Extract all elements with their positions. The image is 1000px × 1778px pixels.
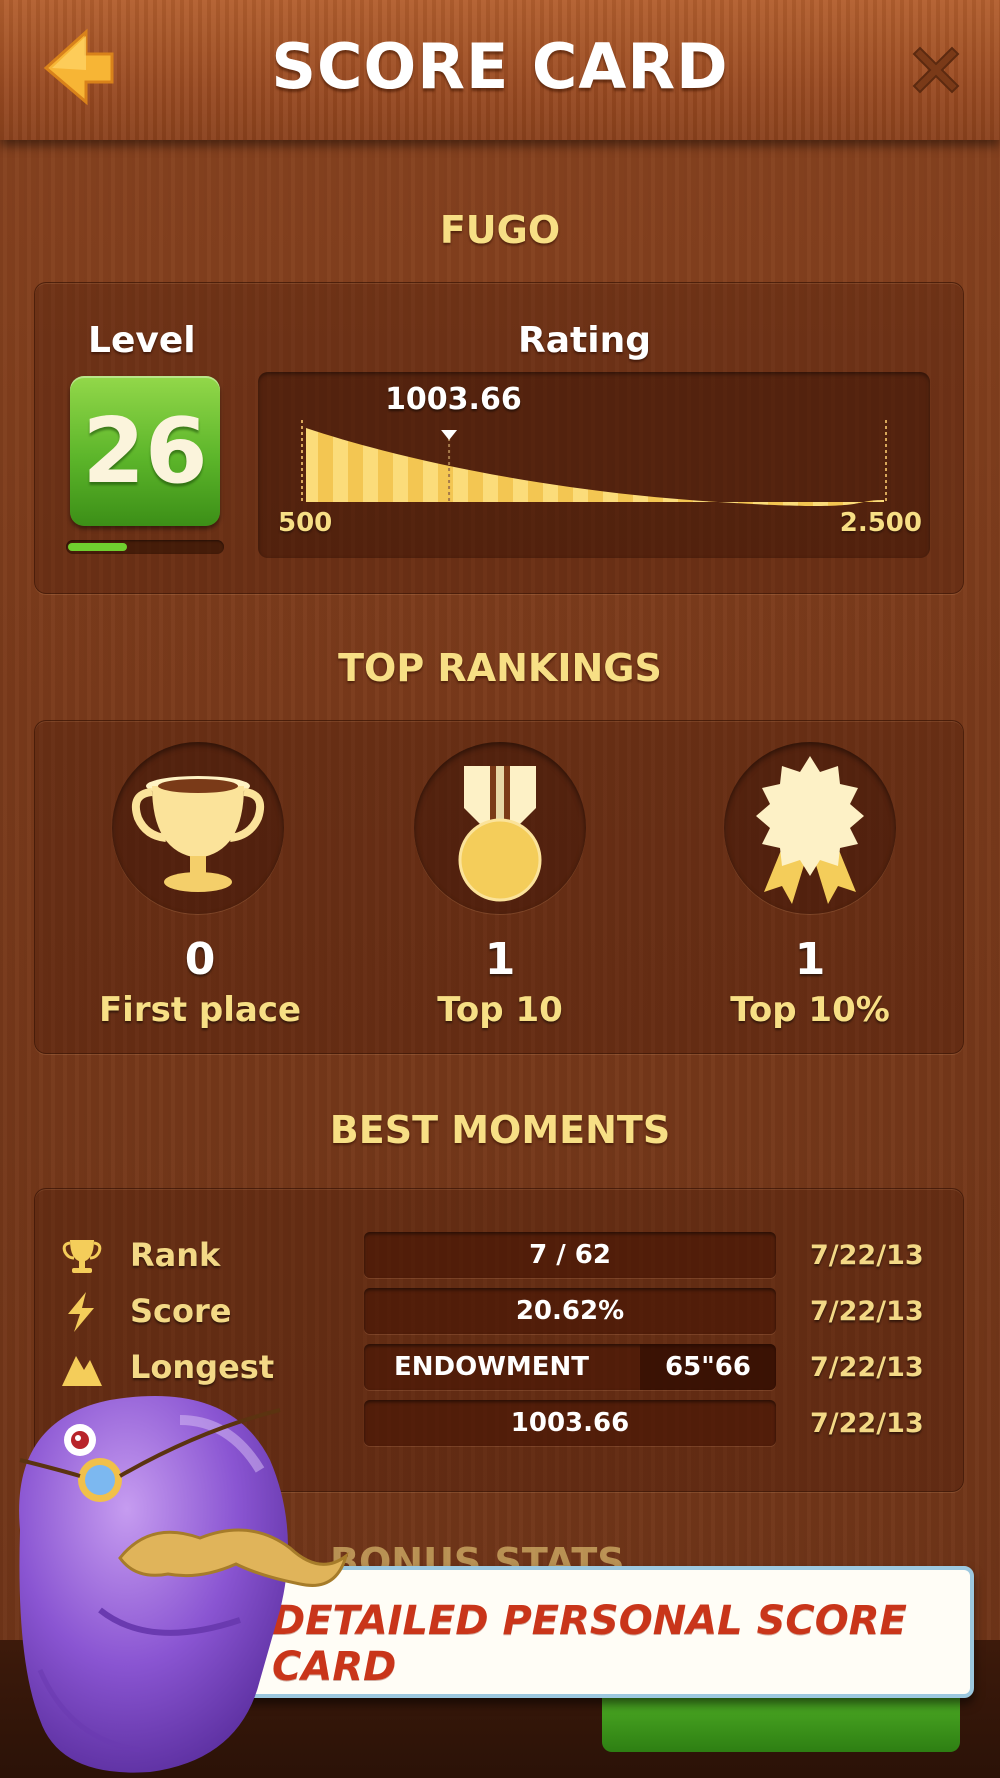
rating-graph: 1003.66 500 2.500	[258, 372, 930, 558]
level-label: Level	[88, 320, 196, 361]
top10-percent-badge	[724, 742, 896, 914]
first-place-count: 0	[184, 934, 216, 985]
close-icon[interactable]	[906, 40, 966, 100]
top-rankings-title: TOP RANKINGS	[338, 646, 662, 690]
moment-rating-value: 1003.66	[364, 1400, 776, 1446]
medal-icon	[458, 766, 542, 902]
moment-longest-time: 65"66	[640, 1344, 776, 1390]
moment-score-value: 20.62%	[364, 1288, 776, 1334]
trophy-icon	[131, 776, 265, 892]
trophy-icon	[62, 1240, 102, 1273]
level-progress-bar	[66, 540, 224, 554]
moment-rank-label: Rank	[130, 1236, 221, 1274]
top10-count: 1	[484, 934, 516, 985]
moment-longest-date: 7/22/13	[810, 1352, 924, 1383]
top-bar: SCORE CARD	[0, 0, 1000, 140]
level-badge: 26	[70, 376, 220, 526]
best-moments-title: BEST MOMENTS	[329, 1108, 671, 1152]
top10-badge	[414, 742, 586, 914]
moment-longest-bar: ENDOWMENT 65"66	[364, 1344, 776, 1390]
rating-marker-icon	[441, 430, 458, 440]
mascot-character	[19, 1396, 349, 1773]
promo-banner-text: DETAILED PERSONAL SCORE CARD	[272, 1598, 907, 1690]
rating-curve	[301, 420, 887, 506]
rating-value: 1003.66	[385, 382, 522, 417]
level-progress-fill	[68, 543, 127, 551]
top10-percent-count: 1	[794, 934, 826, 985]
first-place-badge	[112, 742, 284, 914]
first-place-label: First place	[98, 990, 302, 1030]
rating-max-label: 2.500	[839, 508, 922, 538]
moment-rank-date: 7/22/13	[810, 1240, 924, 1271]
moment-rank-value: 7 / 62	[364, 1232, 776, 1278]
moment-score-date: 7/22/13	[810, 1296, 924, 1327]
lightning-icon	[68, 1292, 94, 1332]
top10-percent-label: Top 10%	[730, 990, 890, 1030]
moment-rating-date: 7/22/13	[810, 1408, 924, 1439]
moment-score-label: Score	[130, 1292, 232, 1330]
page-title: SCORE CARD	[271, 30, 729, 103]
rating-label: Rating	[518, 320, 651, 361]
moment-longest-word: ENDOWMENT	[394, 1352, 590, 1382]
game-name-title: FUGO	[439, 208, 561, 252]
rosette-icon	[756, 756, 864, 904]
rating-min-label: 500	[278, 508, 333, 538]
top10-label: Top 10	[437, 990, 563, 1030]
